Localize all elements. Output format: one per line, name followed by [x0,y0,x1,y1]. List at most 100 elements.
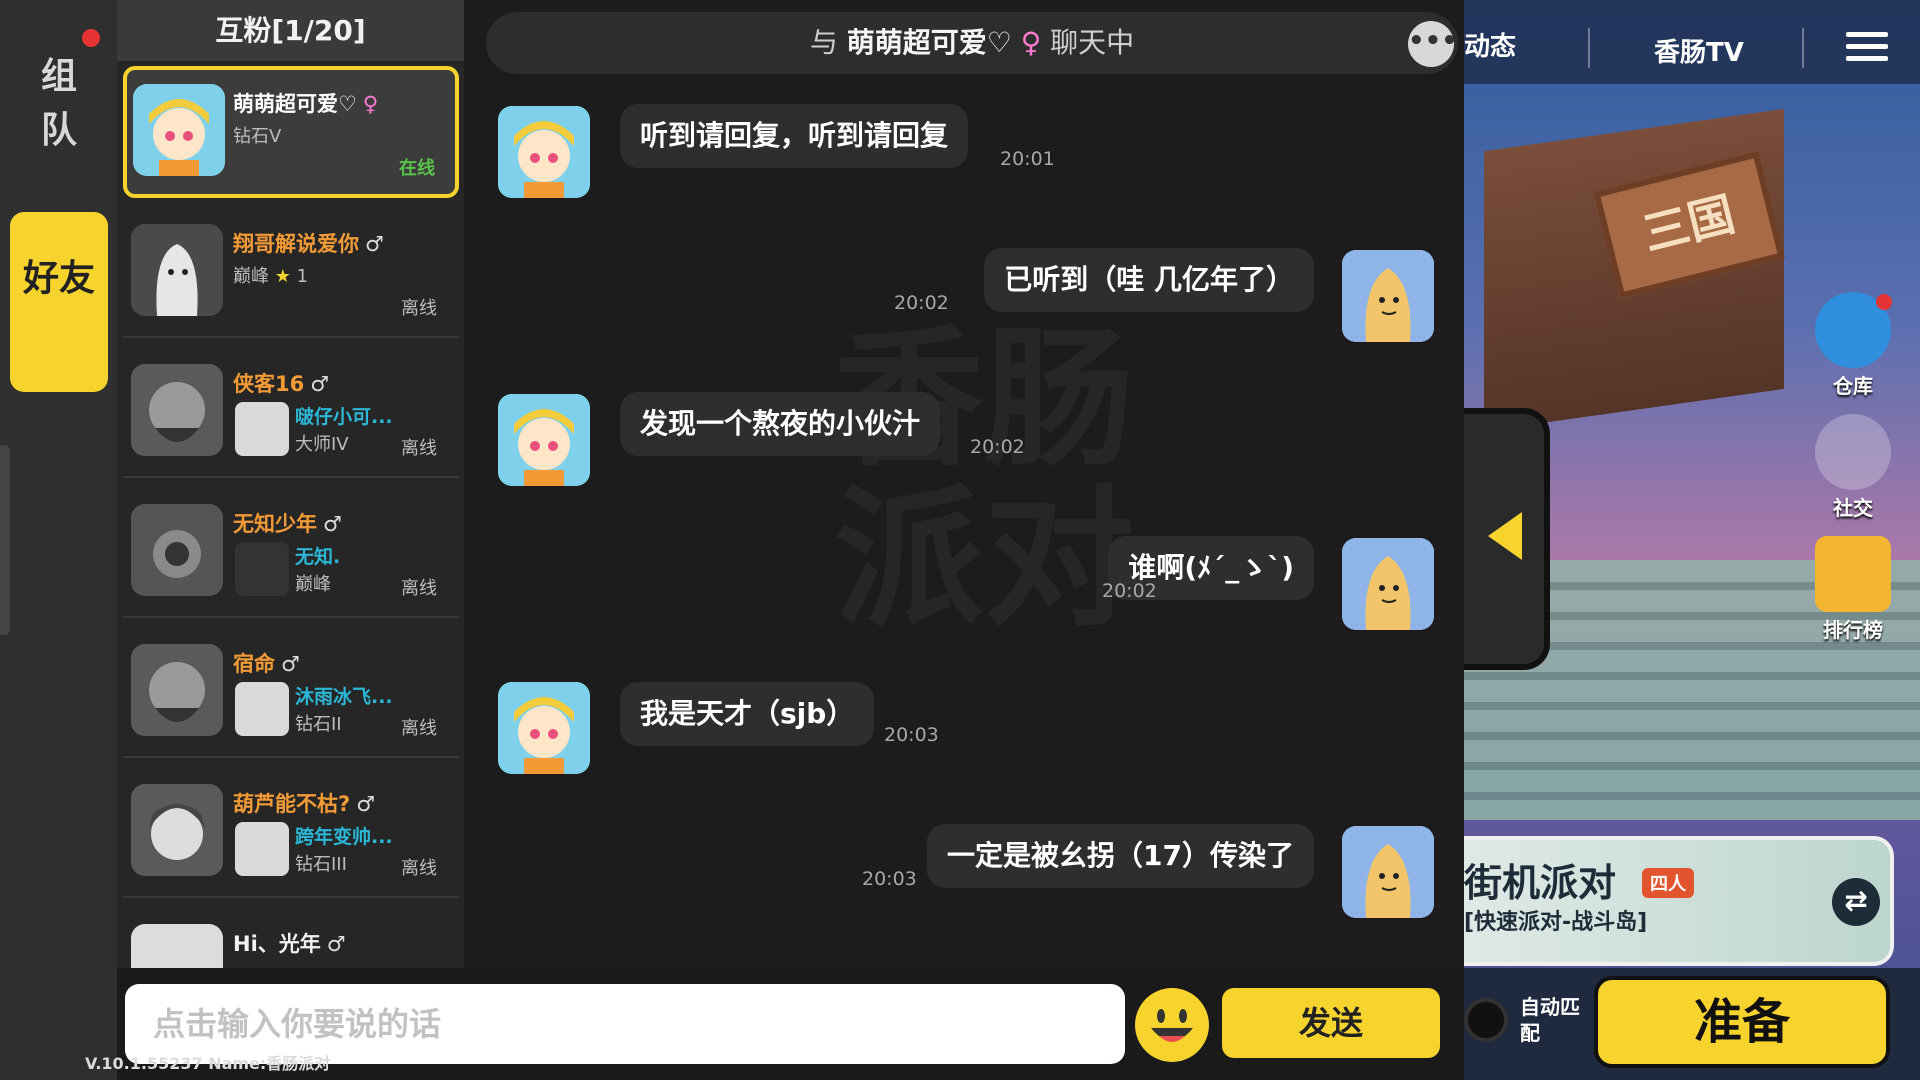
chat-header-prefix: 与 [809,26,838,59]
tab-team[interactable]: 组队 [24,50,94,158]
game-scene: 三国 动态 香肠TV 仓库 社交 排行榜 街机派对 四人 [快速派对-战斗岛] … [1464,0,1920,1080]
social-button[interactable]: 社交 [1808,414,1898,521]
friend-item[interactable]: 侠客16 ♂ 啵仔小可... 大师IV 离线 [123,346,459,478]
mode-subtitle: [快速派对-战斗岛] [1464,910,1648,935]
version-text: V.10.1.55237 Name:香肠派对 [85,1054,331,1073]
friend-name: 无知少年 ♂ [233,512,342,536]
nav-sausage-tv[interactable]: 香肠TV [1654,32,1744,69]
friend-avatar [131,504,223,596]
friend-avatar [131,644,223,736]
arrow-left-icon [1488,512,1522,560]
warehouse-label: 仓库 [1833,374,1873,398]
partner-avatar [235,542,289,596]
match-bar: 自动匹配 准备 [1464,968,1920,1080]
nav-divider [1802,28,1804,68]
more-options-button[interactable]: ••• [1408,21,1458,67]
friend-name: 宿命 ♂ [233,652,300,676]
emoji-button[interactable] [1135,988,1209,1062]
auto-match-label: 自动匹配 [1520,995,1580,1045]
message-time: 20:02 [894,292,949,314]
game-mode-card[interactable]: 街机派对 四人 [快速派对-战斗岛] ⇄ [1464,836,1894,966]
friend-name: 萌萌超可爱♡ ♀ [233,92,379,116]
collapse-handle[interactable] [1464,408,1550,670]
trophy-icon [1815,536,1891,612]
message-time: 20:03 [884,724,939,746]
friend-avatar [131,784,223,876]
partner-avatar [235,822,289,876]
edge-scroll-handle[interactable] [0,445,10,635]
watermark-logo: 香肠派对 [833,313,1134,647]
notification-dot [82,29,100,47]
chat-header: 与 萌萌超可爱♡ ♀ 聊天中 ••• [486,12,1458,74]
friend-status: 离线 [401,718,437,739]
friend-avatar [133,84,225,176]
friend-item[interactable]: 无知少年 ♂ 无知. 巅峰 离线 [123,486,459,618]
ready-button[interactable]: 准备 [1594,976,1890,1068]
message-time: 20:02 [1102,580,1157,602]
friend-status: 离线 [401,578,437,599]
male-icon: ♂ [281,652,300,676]
friend-name: 侠客16 ♂ [233,372,330,396]
smile-icon [1138,991,1206,1059]
chat-header-suffix: 聊天中 [1050,26,1135,59]
message-time: 20:01 [1000,148,1055,170]
message-bubble-left[interactable]: 听到请回复，听到请回复 [620,104,969,168]
my-message-avatar[interactable] [1342,538,1434,630]
message-time: 20:02 [970,436,1025,458]
star-icon: ★ [274,266,291,287]
friend-rank: 钻石V [233,126,282,147]
chat-header-name: 萌萌超可爱♡ [846,26,1012,59]
male-icon: ♂ [356,792,376,816]
friend-avatar [131,224,223,316]
friend-message-avatar[interactable] [498,682,590,774]
message-bubble-left[interactable]: 我是天才（sjb） [620,682,875,746]
tab-friends-label: 好友 [22,258,95,299]
friend-status: 离线 [401,298,437,319]
nav-dynamic[interactable]: 动态 [1464,26,1516,63]
friend-status: 离线 [401,438,437,459]
male-icon: ♂ [326,932,346,956]
message-bubble-left[interactable]: 发现一个熬夜的小伙汁 [620,392,941,456]
partner-name: 无知. [295,546,341,568]
leaderboard-button[interactable]: 排行榜 [1808,536,1898,643]
friend-avatar [131,924,223,968]
tab-friends[interactable]: 好友 [10,212,108,392]
social-icon [1815,414,1891,490]
left-tab-column: 组队 好友 [0,0,117,1080]
message-bubble-right[interactable]: 一定是被幺拐（17）传染了 [927,824,1314,888]
send-button[interactable]: 发送 [1222,988,1440,1058]
friend-item-active[interactable]: 萌萌超可爱♡ ♀ 钻石V 在线 [123,66,459,198]
message-bubble-right[interactable]: 已听到（哇 几亿年了） [984,248,1314,312]
partner-rank: 钻石III [295,854,347,875]
partner-rank: 大师IV [295,434,349,455]
friend-item[interactable]: Hi、光年 ♂ [123,906,459,968]
partner-rank: 巅峰 [295,574,331,595]
leaderboard-label: 排行榜 [1823,618,1883,642]
friend-item[interactable]: 翔哥解说爱你 ♂ 巅峰 ★ 1 离线 [123,206,459,338]
partner-avatar [235,402,289,456]
friend-name: 葫芦能不枯? ♂ [233,792,376,816]
my-message-avatar[interactable] [1342,250,1434,342]
menu-icon[interactable] [1846,32,1888,64]
badge-dot [1876,294,1892,310]
male-icon: ♂ [323,512,342,536]
mode-team-size-tag: 四人 [1642,868,1694,898]
friend-name: Hi、光年 ♂ [233,932,346,956]
friend-list: 互粉[1/20] 萌萌超可爱♡ ♀ 钻石V 在线 翔哥解说爱你 ♂ 巅峰 ★ 1 离… [117,0,464,968]
friend-list-header: 互粉[1/20] [117,0,464,61]
friend-item[interactable]: 宿命 ♂ 沐雨冰飞... 钻石II 离线 [123,626,459,758]
friend-item[interactable]: 葫芦能不枯? ♂ 跨年变帅... 钻石III 离线 [123,766,459,898]
auto-match-toggle[interactable] [1464,998,1508,1042]
friend-name: 翔哥解说爱你 ♂ [233,232,384,256]
swap-mode-button[interactable]: ⇄ [1832,878,1880,926]
top-nav: 动态 香肠TV [1464,0,1920,84]
message-time: 20:03 [862,868,917,890]
friend-message-avatar[interactable] [498,106,590,198]
partner-name: 跨年变帅... [295,826,393,848]
friend-message-avatar[interactable] [498,394,590,486]
partner-rank: 钻石II [295,714,342,735]
friend-status: 离线 [401,858,437,879]
app-root: 组队 好友 互粉[1/20] 萌萌超可爱♡ ♀ 钻石V 在线 翔哥解说爱你 ♂ 巅峰… [0,0,1920,1080]
warehouse-button[interactable]: 仓库 [1808,292,1898,399]
my-message-avatar[interactable] [1342,826,1434,918]
